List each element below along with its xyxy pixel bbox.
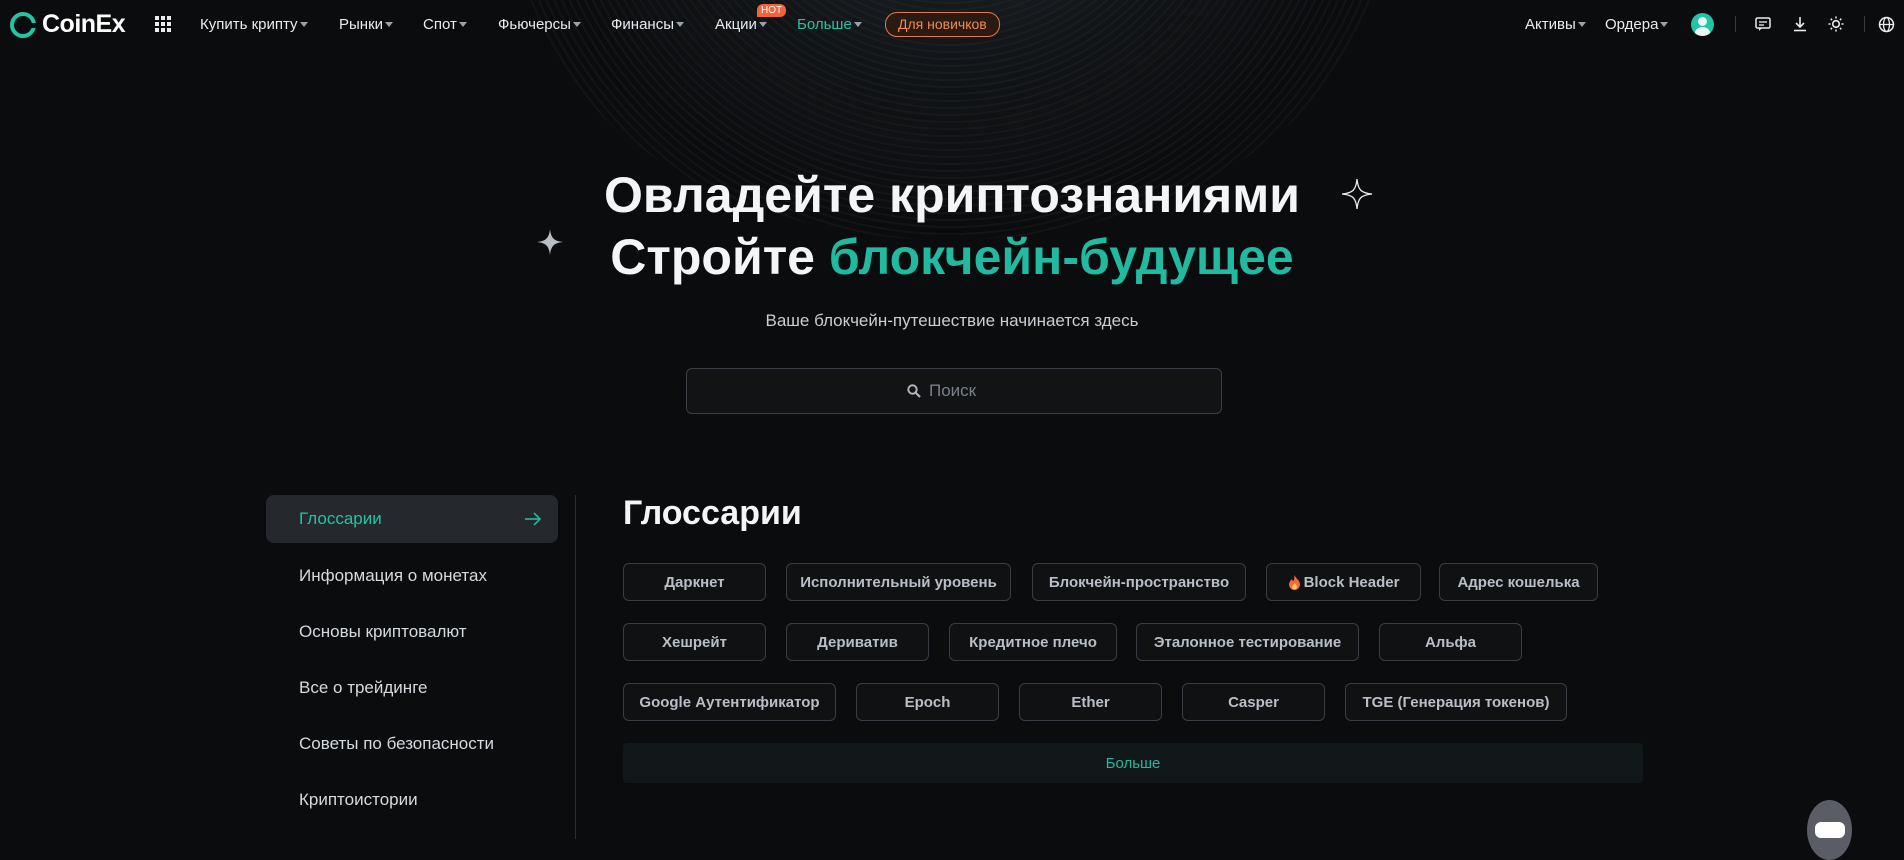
sparkle-icon xyxy=(537,229,563,255)
glossary-tag[interactable]: Google Аутентификатор xyxy=(623,683,836,721)
hot-badge: HOT xyxy=(757,4,787,17)
glossary-tag-hot[interactable]: Block Header xyxy=(1266,563,1421,601)
chevron-down-icon xyxy=(675,22,684,27)
glossary-tag[interactable]: Даркнет xyxy=(623,563,766,601)
hero-subtitle: Ваше блокчейн-путешествие начинается зде… xyxy=(765,311,1139,330)
glossary-tag[interactable]: Блокчейн-пространство xyxy=(1032,563,1246,601)
theme-sun-icon[interactable] xyxy=(1826,14,1846,34)
chevron-down-icon xyxy=(299,22,308,27)
nav-divider xyxy=(1735,16,1736,32)
chevron-down-icon xyxy=(572,22,581,27)
sidebar-item-coin-info[interactable]: Информация о монетах xyxy=(266,552,558,600)
nav-markets[interactable]: Рынки xyxy=(339,16,394,33)
search-icon xyxy=(907,384,921,398)
hero-title-line2: Стройте блокчейн-будущее xyxy=(610,229,1294,285)
search-input[interactable] xyxy=(927,380,1001,402)
glossary-tag[interactable]: Ether xyxy=(1019,683,1162,721)
glossary-tag[interactable]: Хешрейт xyxy=(623,623,766,661)
glossary-tag[interactable]: Адрес кошелька xyxy=(1439,563,1598,601)
sidebar-item-label: Криптоистории xyxy=(299,790,418,809)
glossary-tag[interactable]: Casper xyxy=(1182,683,1325,721)
message-icon[interactable] xyxy=(1753,14,1773,34)
nav-futures[interactable]: Фьючерсы xyxy=(498,16,581,33)
sidebar-item-crypto-basics[interactable]: Основы криптовалют xyxy=(266,608,558,656)
nav-promotions[interactable]: Акции xyxy=(715,16,767,33)
nav-buy-crypto[interactable]: Купить крипту xyxy=(200,16,308,33)
glossary-tag[interactable]: Исполнительный уровень xyxy=(786,563,1011,601)
coinex-logo[interactable]: CoinEx xyxy=(10,10,126,39)
sidebar-item-glossary[interactable]: Глоссарии xyxy=(266,495,558,543)
nav-finance[interactable]: Финансы xyxy=(611,16,684,33)
nav-orders[interactable]: Ордера xyxy=(1605,16,1669,33)
nav-divider xyxy=(1864,16,1865,32)
sidebar-item-label: Советы по безопасности xyxy=(299,734,495,753)
hero-title-accent: блокчейн-будущее xyxy=(828,229,1294,285)
chevron-down-icon xyxy=(458,22,467,27)
download-icon[interactable] xyxy=(1790,14,1810,34)
chat-support-button[interactable] xyxy=(1807,800,1852,860)
hero-title-line1: Овладейте криптознаниями xyxy=(604,167,1300,223)
apps-grid-icon[interactable] xyxy=(155,16,171,32)
glossary-tag[interactable]: Альфа xyxy=(1379,623,1522,661)
sidebar-item-trading[interactable]: Все о трейдинге xyxy=(266,664,558,712)
nav-more[interactable]: Больше xyxy=(797,16,862,33)
user-avatar[interactable] xyxy=(1691,13,1714,36)
sidebar-item-crypto-stories[interactable]: Криптоистории xyxy=(266,776,558,824)
sidebar-item-label: Глоссарии xyxy=(299,509,382,528)
glossary-tag[interactable]: Эталонное тестирование xyxy=(1136,623,1359,661)
newbie-button[interactable]: Для новичков xyxy=(885,12,1000,37)
search-box[interactable] xyxy=(686,368,1222,414)
logo-text: CoinEx xyxy=(42,10,126,38)
sidebar-item-label: Все о трейдинге xyxy=(299,678,428,697)
glossary-tag[interactable]: Дериватив xyxy=(786,623,929,661)
chevron-down-icon xyxy=(758,22,767,27)
chevron-down-icon xyxy=(853,22,862,27)
glossary-tag[interactable]: TGE (Генерация токенов) xyxy=(1345,683,1567,721)
sidebar-divider xyxy=(575,495,576,839)
arrow-right-icon xyxy=(525,512,542,526)
globe-language-icon[interactable] xyxy=(1876,14,1896,34)
fire-icon xyxy=(1288,574,1300,590)
glossary-title: Глоссарии xyxy=(623,494,802,532)
sidebar-item-label: Основы криптовалют xyxy=(299,622,467,641)
nav-spot[interactable]: Спот xyxy=(423,16,467,33)
glossary-tag[interactable]: Кредитное плечо xyxy=(949,623,1117,661)
coinex-logo-icon xyxy=(10,11,37,38)
nav-assets[interactable]: Активы xyxy=(1525,16,1586,33)
chevron-down-icon xyxy=(385,22,394,27)
chevron-down-icon xyxy=(1660,22,1669,27)
sidebar-item-label: Информация о монетах xyxy=(299,566,487,585)
glossary-tag[interactable]: Epoch xyxy=(856,683,999,721)
sidebar-item-security[interactable]: Советы по безопасности xyxy=(266,720,558,768)
sparkle-outline-icon xyxy=(1341,178,1373,210)
chevron-down-icon xyxy=(1577,22,1586,27)
glossary-more-button[interactable]: Больше xyxy=(623,743,1643,783)
